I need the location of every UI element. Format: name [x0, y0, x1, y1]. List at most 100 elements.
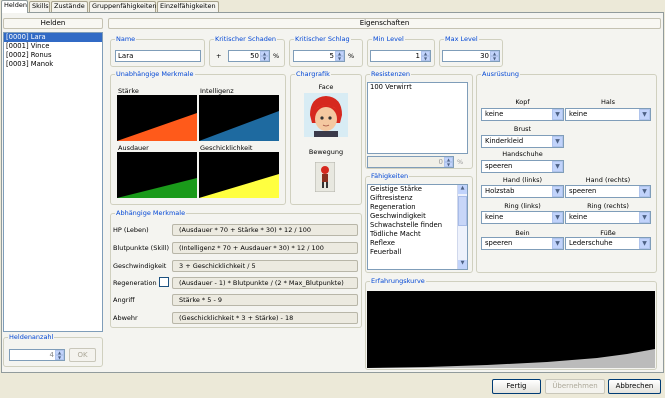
spin-down-icon[interactable]: ▼ — [335, 56, 344, 61]
equip-hand-right-select[interactable]: speeren ▼ — [565, 185, 651, 198]
defense-formula[interactable]: (Geschicklichkeit * 3 + Stärke) - 18 — [172, 312, 358, 324]
done-button[interactable]: Fertig — [492, 379, 541, 394]
equip-hand-right-label: Hand (rechts) — [585, 176, 631, 184]
movement-sprite[interactable] — [315, 162, 335, 192]
skill-item[interactable]: Feuerball — [368, 248, 467, 257]
name-input[interactable]: Lara — [115, 50, 201, 62]
speed-label: Geschwindigkeit — [113, 262, 167, 270]
graph-staerke[interactable] — [117, 95, 197, 141]
graph-geschicklichkeit-area — [199, 174, 279, 198]
equip-chest-label: Brust — [513, 125, 532, 133]
hero-count-value: 4 — [49, 351, 54, 359]
skill-item[interactable]: Tödliche Macht — [368, 230, 467, 239]
hero-count-label: Heldenanzahl — [9, 333, 54, 341]
equip-neck-label: Hals — [600, 98, 616, 106]
scroll-down-icon[interactable]: ▼ — [458, 260, 467, 269]
blood-points-formula[interactable]: (Intelligenz * 70 + Ausdauer * 30) * 12 … — [172, 242, 358, 254]
equip-gloves-select[interactable]: speeren ▼ — [481, 160, 564, 173]
hp-formula[interactable]: (Ausdauer * 70 + Stärke * 30) * 12 / 100 — [172, 224, 358, 236]
skill-item[interactable]: Giftresistenz — [368, 194, 467, 203]
skill-item[interactable]: Regeneration — [368, 203, 467, 212]
equip-leg-select[interactable]: speeren ▼ — [481, 237, 564, 250]
cancel-button[interactable]: Abbrechen — [608, 379, 661, 394]
equipment-label: Ausrüstung — [482, 70, 520, 78]
hp-label: HP (Leben) — [113, 226, 149, 234]
chevron-down-icon[interactable]: ▼ — [552, 161, 563, 172]
scroll-up-icon[interactable]: ▲ — [458, 185, 467, 194]
chevron-down-icon[interactable]: ▼ — [639, 212, 650, 223]
chevron-down-icon[interactable]: ▼ — [639, 238, 650, 249]
name-label: Name — [116, 35, 136, 43]
chevron-down-icon[interactable]: ▼ — [552, 238, 563, 249]
chevron-down-icon[interactable]: ▼ — [639, 186, 650, 197]
resistances-list[interactable]: 100 Verwirrt — [367, 82, 468, 154]
chargraphic-label: Chargrafik — [296, 70, 330, 78]
regeneration-checkbox[interactable] — [159, 277, 169, 287]
blood-points-label: Blutpunkte (Skill) — [113, 244, 170, 252]
equip-head-select[interactable]: keine ▼ — [481, 108, 564, 121]
skills-list[interactable]: Geistige Stärke Giftresistenz Regenerati… — [367, 184, 468, 270]
hero-item-ronus[interactable]: [0002] Ronus — [4, 51, 102, 60]
equip-head-value: keine — [485, 110, 504, 118]
scroll-thumb[interactable] — [458, 196, 467, 226]
equip-chest-value: Kinderkleid — [485, 137, 524, 145]
chevron-down-icon[interactable]: ▼ — [552, 186, 563, 197]
skills-scrollbar[interactable]: ▲ ▼ — [457, 185, 467, 269]
hero-item-manok[interactable]: [0003] Manok — [4, 60, 102, 69]
attack-formula[interactable]: Stärke * 5 - 9 — [172, 294, 358, 306]
chevron-down-icon[interactable]: ▼ — [639, 109, 650, 120]
equip-leg-label: Bein — [515, 229, 530, 237]
chevron-down-icon[interactable]: ▼ — [552, 212, 563, 223]
hero-list[interactable]: [0000] Lara [0001] Vince [0002] Ronus [0… — [3, 32, 103, 332]
min-level-spinner[interactable]: 1 ▲ ▼ — [370, 50, 431, 62]
spin-down-icon[interactable]: ▼ — [490, 56, 499, 61]
independent-attributes-label: Unabhängige Merkmale — [116, 70, 194, 78]
tab-helden[interactable]: Helden — [1, 0, 28, 13]
chevron-down-icon[interactable]: ▼ — [552, 109, 563, 120]
tab-zustaende[interactable]: Zustände — [51, 1, 88, 12]
face-portrait[interactable] — [304, 93, 348, 137]
graph-geschicklichkeit[interactable] — [199, 152, 279, 198]
skill-item[interactable]: Schwachstelle finden — [368, 221, 467, 230]
spin-down-icon[interactable]: ▼ — [421, 56, 430, 61]
crit-damage-unit: % — [273, 52, 280, 60]
crit-hit-spinner[interactable]: 5 ▲ ▼ — [293, 50, 345, 62]
graph-label-ausdauer: Ausdauer — [118, 144, 149, 152]
graph-label-staerke: Stärke — [118, 87, 139, 95]
equip-ring-left-select[interactable]: keine ▼ — [481, 211, 564, 224]
spin-down-icon[interactable]: ▼ — [55, 355, 64, 360]
max-level-spinner[interactable]: 30 ▲ ▼ — [442, 50, 500, 62]
apply-button[interactable]: Übernehmen — [545, 379, 605, 394]
tab-gruppenfaehigkeiten[interactable]: Gruppenfähigkeiten — [89, 1, 157, 12]
graph-staerke-area — [117, 113, 197, 141]
equip-chest-select[interactable]: Kinderkleid ▼ — [481, 135, 564, 148]
hero-item-lara[interactable]: [0000] Lara — [4, 33, 102, 42]
crit-damage-spinner[interactable]: 50 ▲ ▼ — [228, 50, 270, 62]
regeneration-formula[interactable]: (Ausdauer - 1) * Blutpunkte / (2 * Max_B… — [172, 277, 358, 289]
min-level-value: 1 — [415, 52, 420, 60]
skill-item[interactable]: Geistige Stärke — [368, 185, 467, 194]
movement-label: Bewegung — [308, 148, 344, 156]
experience-curve-graph[interactable] — [367, 291, 655, 368]
graph-intelligenz[interactable] — [199, 95, 279, 141]
skill-item[interactable]: Reflexe — [368, 239, 467, 248]
tab-einzelfaehigkeiten[interactable]: Einzelfähigkeiten — [157, 1, 219, 12]
tab-skills[interactable]: Skills — [29, 1, 50, 12]
speed-formula[interactable]: 3 + Geschicklichkeit / 5 — [172, 260, 358, 272]
chevron-down-icon[interactable]: ▼ — [552, 136, 563, 147]
spin-down-icon[interactable]: ▼ — [444, 162, 453, 167]
skill-item[interactable]: Geschwindigkeit — [368, 212, 467, 221]
hero-item-vince[interactable]: [0001] Vince — [4, 42, 102, 51]
resistance-item[interactable]: 100 Verwirrt — [368, 83, 467, 92]
equip-ring-right-select[interactable]: keine ▼ — [565, 211, 651, 224]
equip-neck-select[interactable]: keine ▼ — [565, 108, 651, 121]
hero-count-spinner[interactable]: 4 ▲ ▼ — [9, 349, 65, 361]
crit-hit-value: 5 — [329, 52, 334, 60]
equip-feet-select[interactable]: Lederschuhe ▼ — [565, 237, 651, 250]
spin-down-icon[interactable]: ▼ — [260, 56, 269, 61]
equip-feet-label: Füße — [600, 229, 616, 237]
resistance-spinner[interactable]: 0 ▲ ▼ — [367, 156, 454, 168]
hero-count-ok-button[interactable]: OK — [69, 348, 96, 362]
graph-ausdauer[interactable] — [117, 152, 197, 198]
equip-hand-left-select[interactable]: Holzstab ▼ — [481, 185, 564, 198]
